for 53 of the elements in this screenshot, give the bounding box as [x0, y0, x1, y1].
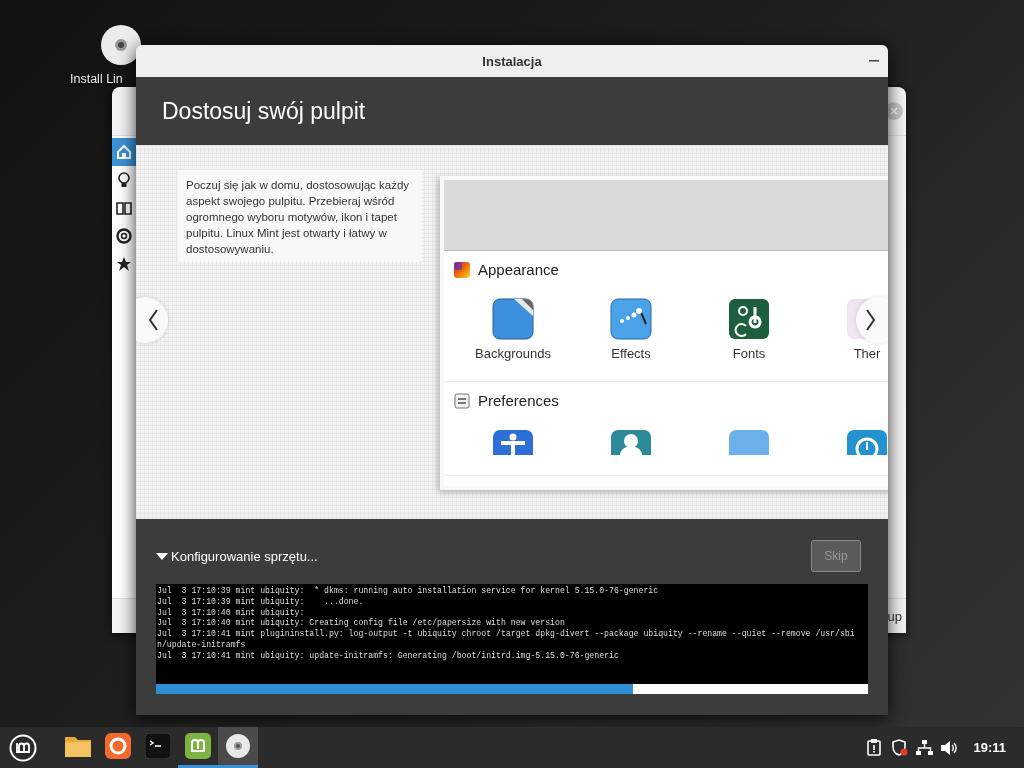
item-label: Backgrounds: [475, 346, 551, 361]
volume-icon: [940, 739, 959, 756]
log-line: n/update-initramfs: [157, 640, 247, 651]
wallpaper-icon: [492, 298, 534, 340]
section-title: Appearance: [478, 261, 559, 278]
fonts-icon: [728, 298, 770, 340]
tray-button[interactable]: [865, 738, 884, 757]
home-icon: [116, 144, 132, 160]
user-icon: [610, 429, 652, 455]
log-line: Jul 3 17:10:41 mint ubiquity: update-initramfs: Generating /boot/initrd.img-5.15.0-76-generic: [157, 650, 620, 662]
log-line: Jul 3 17:10:39 mint ubiquity: ...done.: [157, 596, 365, 608]
folder-icon: [64, 734, 92, 758]
clipboard-icon: [867, 739, 882, 756]
shield-icon: [890, 739, 908, 756]
details-expander[interactable]: Konfigurowanie sprzętu...: [156, 548, 318, 564]
item-label: Effects: [611, 346, 651, 361]
slide-description: Poczuj się jak w domu, dostosowując każdy aspekt swojego pulpitu. Przebieraj wśród ogromnego wyboru motywów, ikon i tapet pulpitu. Linux Mint jest otwarty i łatwy w dostosowywaniu.: [178, 170, 422, 262]
software-manager-icon: [185, 733, 211, 759]
chevron-right-icon: [866, 309, 876, 331]
settings-panel-icon: [454, 392, 470, 409]
page-heading: Dostosuj swój pulpit: [162, 97, 366, 125]
browser-icon: [105, 733, 131, 759]
network-icon: [915, 739, 933, 756]
tray-button[interactable]: [940, 738, 959, 757]
book-icon: [116, 201, 132, 215]
item-label: Ther: [853, 346, 881, 361]
disc-icon: [225, 733, 251, 759]
sidebar-item[interactable]: [112, 138, 136, 166]
terminal-icon: [145, 733, 171, 759]
caret-icon: [156, 551, 168, 561]
item-label: Fonts: [732, 346, 766, 361]
close-icon: [890, 107, 898, 115]
magic-wand-icon: [610, 298, 652, 340]
taskbar-app[interactable]: [218, 727, 258, 768]
window-title: Instalacja: [482, 53, 542, 69]
window-icon: [728, 429, 770, 455]
log-line: Jul 3 17:10:40 mint ubiquity:: [157, 607, 306, 618]
tray-button[interactable]: [890, 738, 909, 757]
accessibility-icon: [492, 429, 534, 455]
tray-button[interactable]: [915, 738, 934, 757]
clock[interactable]: 19:11: [973, 740, 1006, 755]
desktop-icon-label[interactable]: Install Lin: [70, 72, 123, 86]
minimize-icon: [869, 60, 879, 62]
chevron-left-icon: [148, 309, 158, 331]
palette-icon: [454, 261, 470, 278]
log-line: Jul 3 17:10:39 mint ubiquity: * dkms: running auto installation service for kernel 5.15.0-76-generic: [157, 586, 660, 597]
footer-text: up: [887, 608, 902, 624]
star-icon: [116, 256, 132, 272]
log-line: Jul 3 17:10:40 mint ubiquity: Creating config file /etc/papersize with new version: [157, 618, 566, 629]
section-title: Preferences: [478, 392, 559, 409]
lightbulb-icon: [117, 172, 131, 188]
lifebuoy-icon: [116, 228, 132, 244]
log-line: Jul 3 17:10:41 mint plugininstall.py: log-output -t ubiquity chroot /target dpkg-divert --package ubiquity --rename --quiet --remove /usr/sbi: [157, 629, 856, 640]
